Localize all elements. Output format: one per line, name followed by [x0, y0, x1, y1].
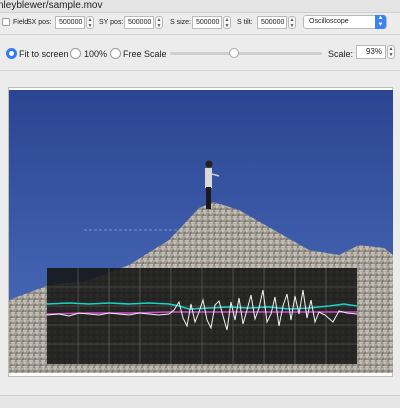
scope-controls-bar: Field SX pos: 500000 ▲ ▼ SY pos: 500000 ▲…: [0, 13, 400, 33]
window-title: nleyblewer/sample.mov: [0, 0, 103, 11]
mode-select[interactable]: Oscilloscope ▲ ▼: [303, 15, 387, 29]
free-scale-radio[interactable]: [110, 48, 121, 59]
scale-slider[interactable]: [170, 48, 322, 58]
s-tilt-field[interactable]: 500000: [257, 16, 287, 29]
field-label: Field: [13, 19, 29, 26]
sx-pos-label: SX pos:: [27, 19, 52, 26]
sx-pos-field[interactable]: 500000: [55, 16, 85, 29]
scale-label: Scale:: [328, 49, 354, 59]
divider: [0, 34, 400, 35]
window-title-bar: nleyblewer/sample.mov: [0, 0, 400, 13]
s-size-field[interactable]: 500000: [192, 16, 222, 29]
chevron-up-down-icon: ▲ ▼: [375, 15, 386, 29]
fit-to-screen-radio[interactable]: [6, 48, 17, 59]
free-scale-label[interactable]: Free Scale: [123, 49, 167, 59]
hundred-percent-radio[interactable]: [70, 48, 81, 59]
sy-pos-field[interactable]: 500000: [124, 16, 154, 29]
fit-to-screen-label[interactable]: Fit to screen: [19, 49, 69, 59]
bottom-status-bar: [0, 395, 400, 408]
scale-field[interactable]: 93%: [356, 45, 386, 59]
field-checkbox[interactable]: [2, 18, 10, 26]
scale-stepper[interactable]: ▲ ▼: [387, 45, 395, 59]
video-frame: [9, 90, 393, 373]
s-size-stepper[interactable]: ▲ ▼: [223, 16, 231, 29]
s-size-label: S size:: [170, 19, 192, 26]
sy-pos-stepper[interactable]: ▲ ▼: [155, 16, 163, 29]
mode-select-value: Oscilloscope: [309, 18, 349, 25]
hundred-percent-label[interactable]: 100%: [84, 49, 107, 59]
sx-pos-stepper[interactable]: ▲ ▼: [86, 16, 94, 29]
oscilloscope-overlay: [46, 268, 358, 364]
s-tilt-stepper[interactable]: ▲ ▼: [288, 16, 296, 29]
divider: [0, 70, 400, 71]
s-tilt-label: S tilt:: [237, 19, 253, 26]
scale-slider-knob[interactable]: [228, 48, 239, 58]
view-scale-bar: Fit to screen 100% Free Scale Scale: 93%…: [0, 40, 400, 66]
sy-pos-label: SY pos:: [99, 19, 124, 26]
